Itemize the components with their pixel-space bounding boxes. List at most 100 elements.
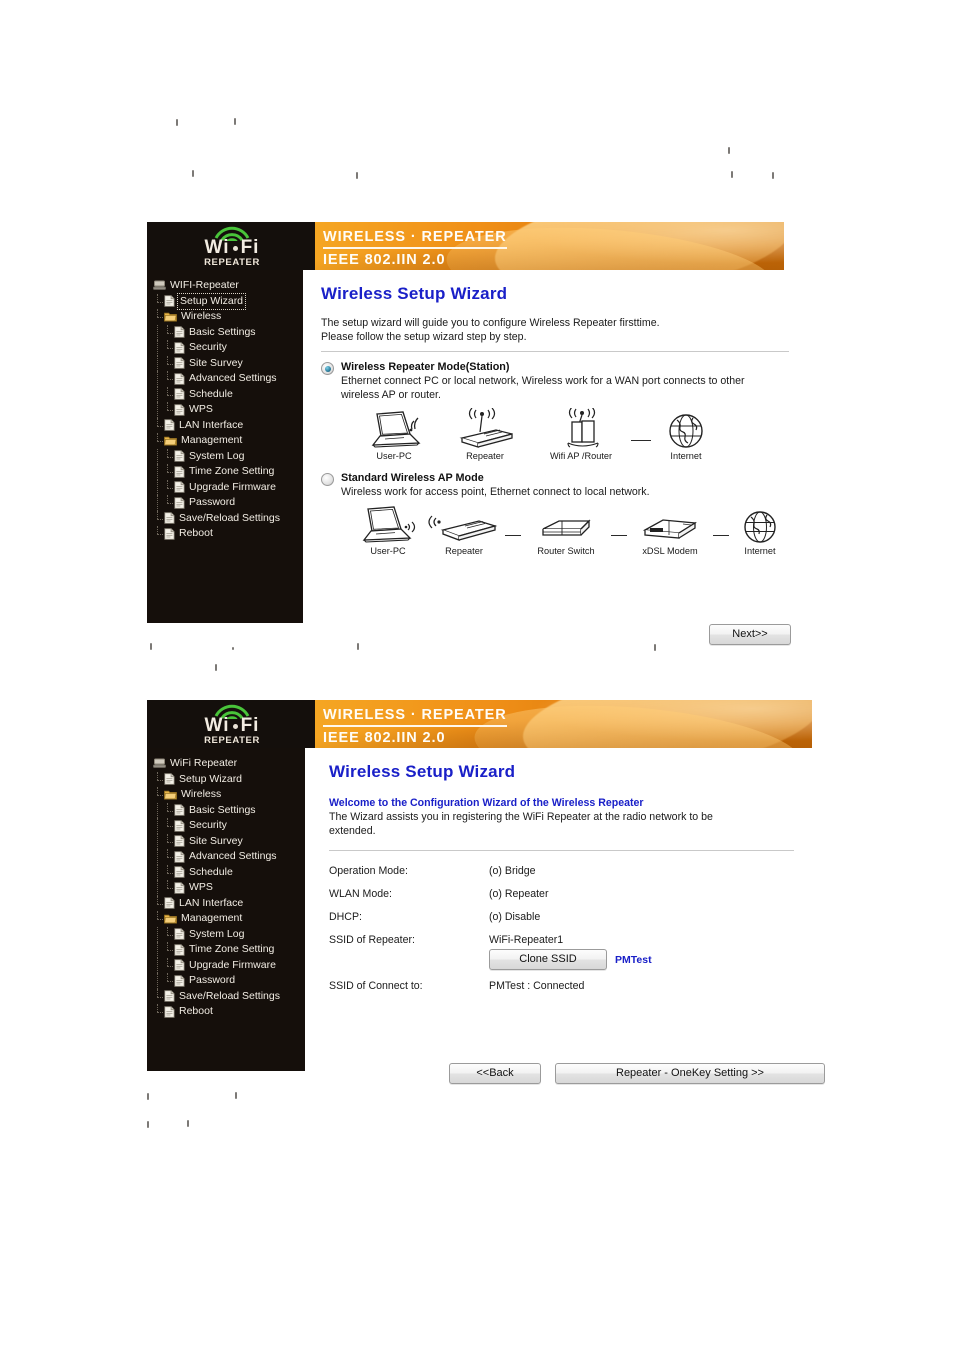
sidebar-item-save-reload-settings[interactable]: Save/Reload Settings	[153, 510, 303, 527]
tree-elbow	[163, 402, 174, 418]
sidebar-item-security[interactable]: Security	[153, 340, 303, 356]
sidebar-item-password[interactable]: Password	[153, 973, 305, 989]
page-icon	[174, 851, 185, 863]
sidebar-item-schedule[interactable]: Schedule	[153, 864, 305, 881]
sidebar-item-label: Password	[189, 496, 236, 508]
clone-ssid-button[interactable]: Clone SSID	[489, 949, 607, 970]
sidebar-item-save-reload-settings[interactable]: Save/Reload Settings	[153, 988, 305, 1005]
tree-elbow	[163, 957, 174, 974]
sidebar-item-wps[interactable]: WPS	[153, 880, 305, 896]
sidebar-item-label: Setup Wizard	[179, 772, 243, 785]
sidebar-item-label: Schedule	[189, 387, 233, 400]
sidebar-item-advanced-settings[interactable]: Advanced Settings	[153, 371, 303, 387]
tree-rail	[153, 802, 163, 819]
tree-rail	[153, 479, 163, 496]
sidebar-item-time-zone-setting[interactable]: Time Zone Setting	[153, 464, 303, 480]
sidebar-item-upgrade-firmware[interactable]: Upgrade Firmware	[153, 479, 303, 496]
tree-elbow	[153, 988, 164, 1005]
page-icon	[174, 342, 185, 354]
sidebar-item-setup-wizard[interactable]: Setup Wizard	[153, 292, 303, 310]
sidebar-item-management[interactable]: Management	[153, 433, 303, 449]
sidebar-item-time-zone-setting[interactable]: Time Zone Setting	[153, 942, 305, 958]
page-icon	[174, 357, 185, 369]
sidebar-item-basic-settings[interactable]: Basic Settings	[153, 324, 303, 341]
radio-wireless-repeater-mode[interactable]	[321, 362, 334, 375]
sidebar-item-system-log[interactable]: System Log	[153, 926, 305, 943]
divider	[321, 351, 789, 352]
tree-elbow	[153, 911, 164, 927]
mode-option-ap[interactable]: Standard Wireless AP Mode Wireless work …	[321, 471, 789, 499]
page-icon	[174, 373, 185, 385]
page-icon	[174, 975, 185, 987]
row-label: SSID of Repeater:	[329, 934, 415, 946]
sidebar-item-reboot[interactable]: Reboot	[153, 526, 303, 542]
tree-rail	[153, 324, 163, 341]
sidebar-item-label: Save/Reload Settings	[179, 511, 280, 524]
sidebar-item-upgrade-firmware[interactable]: Upgrade Firmware	[153, 957, 305, 974]
mode-option-repeater[interactable]: Wireless Repeater Mode(Station) Ethernet…	[321, 360, 789, 402]
sidebar-item-password[interactable]: Password	[153, 495, 303, 511]
sidebar-item-wireless[interactable]: Wireless	[153, 787, 305, 803]
sidebar-item-site-survey[interactable]: Site Survey	[153, 833, 305, 850]
sidebar-item-advanced-settings[interactable]: Advanced Settings	[153, 849, 305, 865]
diagram-link	[713, 535, 729, 536]
tree-elbow	[163, 818, 174, 834]
sidebar-item-wireless[interactable]: Wireless	[153, 309, 303, 325]
banner-title-block: WIRELESS · REPEATER IEEE 802.IIN 2.0	[323, 706, 507, 747]
sidebar-item-setup-wizard[interactable]: Setup Wizard	[153, 771, 305, 788]
sidebar-item-label: Reboot	[179, 1005, 213, 1017]
diagram-caption: Wifi AP /Router	[549, 451, 613, 461]
repeater-icon	[437, 408, 533, 450]
scan-speckle	[772, 172, 774, 179]
sidebar-item-system-log[interactable]: System Log	[153, 448, 303, 465]
tree-rail	[153, 386, 163, 403]
diagram-node: User-PC	[351, 503, 425, 556]
sidebar-item-label: System Log	[189, 449, 245, 462]
tree-rail	[153, 464, 163, 480]
modem-icon	[629, 503, 711, 545]
page-icon	[174, 882, 185, 894]
row-value: WiFi-Repeater1	[489, 934, 564, 946]
tree-elbow	[163, 371, 174, 387]
back-button[interactable]: <<Back	[449, 1063, 541, 1084]
sidebar-item-reboot[interactable]: Reboot	[153, 1004, 305, 1020]
diagram-node: Internet	[653, 408, 719, 461]
page-icon	[164, 1006, 175, 1018]
diagram-node: Router Switch	[523, 503, 609, 556]
diagram-node: Internet	[731, 503, 789, 556]
sidebar-item-schedule[interactable]: Schedule	[153, 386, 303, 403]
page-icon	[164, 295, 175, 307]
nav-root[interactable]: WIFI-Repeater	[153, 278, 303, 294]
page-icon	[164, 528, 175, 540]
page-icon	[174, 820, 185, 832]
laptop-icon	[351, 408, 437, 450]
globe-icon	[731, 503, 789, 545]
sidebar-item-label: LAN Interface	[179, 896, 244, 909]
tree-rail	[153, 880, 163, 896]
diagram-caption: Internet	[744, 546, 776, 556]
banner-title-block: WIRELESS · REPEATER IEEE 802.IIN 2.0	[323, 228, 507, 269]
sidebar-item-wps[interactable]: WPS	[153, 402, 303, 418]
sidebar-item-site-survey[interactable]: Site Survey	[153, 355, 303, 372]
tree-rail	[153, 448, 163, 465]
page-icon	[174, 804, 185, 816]
nav-root[interactable]: WiFi Repeater	[153, 756, 305, 772]
sidebar-item-label: Advanced Settings	[189, 850, 277, 862]
sidebar-item-lan-interface[interactable]: LAN Interface	[153, 417, 303, 434]
sidebar-item-security[interactable]: Security	[153, 818, 305, 834]
tree-elbow	[163, 926, 174, 943]
diagram-link	[505, 535, 521, 536]
sidebar-item-management[interactable]: Management	[153, 911, 305, 927]
page-icon	[174, 835, 185, 847]
tree-elbow	[153, 309, 164, 325]
next-button[interactable]: Next>>	[709, 624, 791, 645]
sidebar-item-basic-settings[interactable]: Basic Settings	[153, 802, 305, 819]
tree-rail	[153, 818, 163, 834]
radio-standard-ap-mode[interactable]	[321, 473, 334, 486]
sidebar-item-lan-interface[interactable]: LAN Interface	[153, 895, 305, 912]
switch-icon	[523, 503, 609, 545]
onekey-setting-button[interactable]: Repeater - OneKey Setting >>	[555, 1063, 825, 1084]
tree-elbow	[153, 510, 164, 527]
page-icon	[174, 450, 185, 462]
computer-icon	[153, 280, 166, 291]
